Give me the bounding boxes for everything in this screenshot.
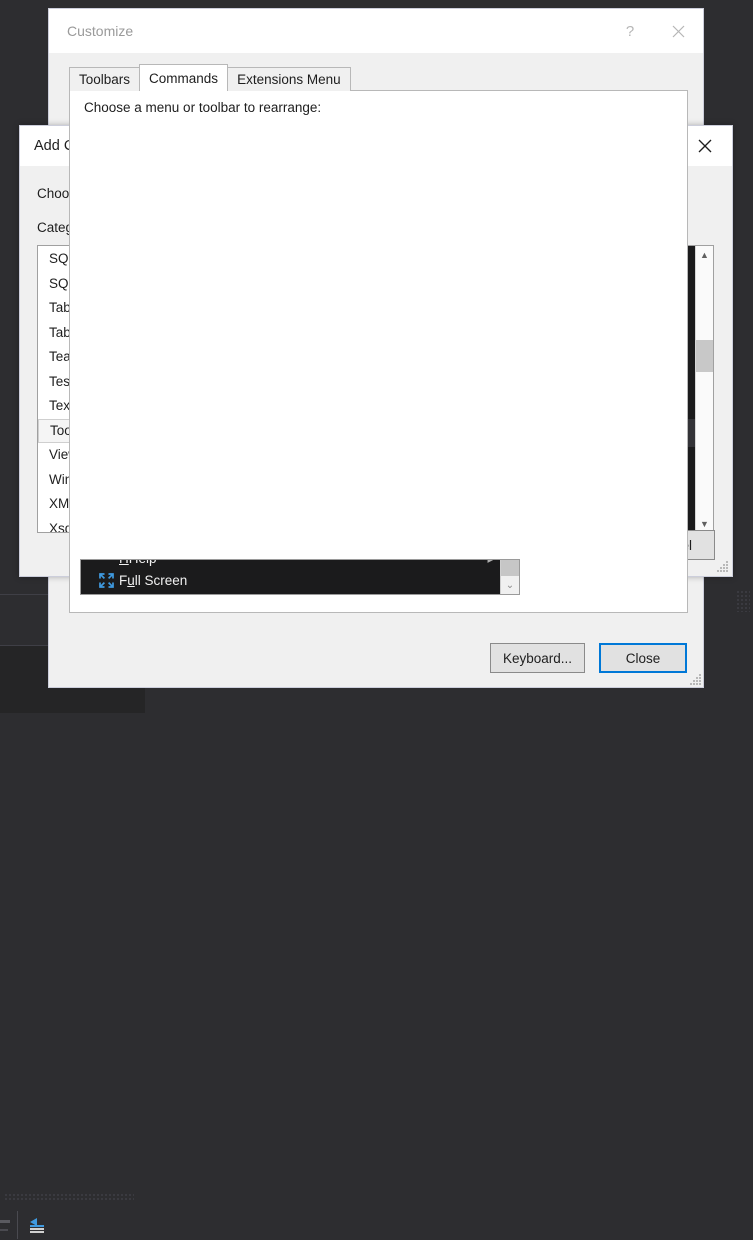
commands-scrollbar[interactable]: ▲ ▼	[695, 246, 713, 532]
tab-toolbars-label: Toolbars	[79, 72, 131, 87]
menu-preview-fullscreen-label: ll Screen	[134, 572, 188, 588]
customize-footer: Keyboard... Close	[49, 629, 703, 687]
customize-tabpanel: Choose a menu or toolbar to rearrange:	[69, 90, 688, 613]
close-button[interactable]: Close	[599, 643, 687, 673]
menu-preview-scroll-thumb[interactable]	[501, 560, 519, 576]
customize-title: Customize	[67, 23, 134, 39]
keyboard-button[interactable]: Keyboard...	[489, 643, 585, 673]
menu-preview-fullscreen-prefix: F	[119, 572, 128, 588]
rearrange-label: Choose a menu or toolbar to rearrange:	[84, 100, 322, 115]
chevron-up-icon[interactable]: ▲	[696, 246, 713, 263]
customize-help-button[interactable]: ?	[607, 9, 653, 53]
close-icon	[698, 139, 712, 153]
commands-scroll-thumb[interactable]	[696, 340, 713, 372]
indent-icon[interactable]	[26, 1215, 50, 1237]
close-button-label: Close	[625, 650, 661, 666]
customize-tabstrip: Toolbars Commands Extensions Menu	[69, 64, 688, 91]
chevron-down-icon[interactable]: ⌄	[501, 580, 519, 592]
close-icon	[672, 25, 684, 37]
keyboard-button-label: Keyboard...	[502, 650, 572, 666]
toolbar-partial-control-2	[0, 1229, 8, 1231]
toolbar-drag-handle[interactable]	[4, 1193, 134, 1200]
customize-resize-grip[interactable]	[688, 672, 702, 686]
resize-grip[interactable]	[715, 559, 729, 573]
menu-preview-scrollbar[interactable]: ⌄	[500, 560, 519, 594]
menu-preview-item-help[interactable]: HHelp ▸	[81, 560, 519, 566]
ide-right-dots	[736, 590, 750, 612]
tab-extensions-menu-label: Extensions Menu	[237, 72, 341, 87]
customize-close-button[interactable]	[653, 9, 703, 53]
customize-titlebar[interactable]: Customize ?	[49, 9, 703, 53]
tab-commands[interactable]: Commands	[139, 64, 229, 91]
tab-toolbars[interactable]: Toolbars	[69, 67, 141, 91]
menu-preview-help-label: Help	[129, 560, 157, 566]
tab-commands-label: Commands	[149, 70, 219, 86]
tab-extensions-menu[interactable]: Extensions Menu	[227, 67, 351, 91]
toolbar-partial-control	[0, 1220, 10, 1223]
full-screen-icon	[93, 572, 119, 589]
toolbar-separator	[17, 1211, 18, 1239]
menu-preview-list[interactable]: HHelp ▸ Full Screen ⌄	[80, 559, 520, 595]
menu-preview-item-full-screen[interactable]: Full Screen	[81, 566, 519, 594]
